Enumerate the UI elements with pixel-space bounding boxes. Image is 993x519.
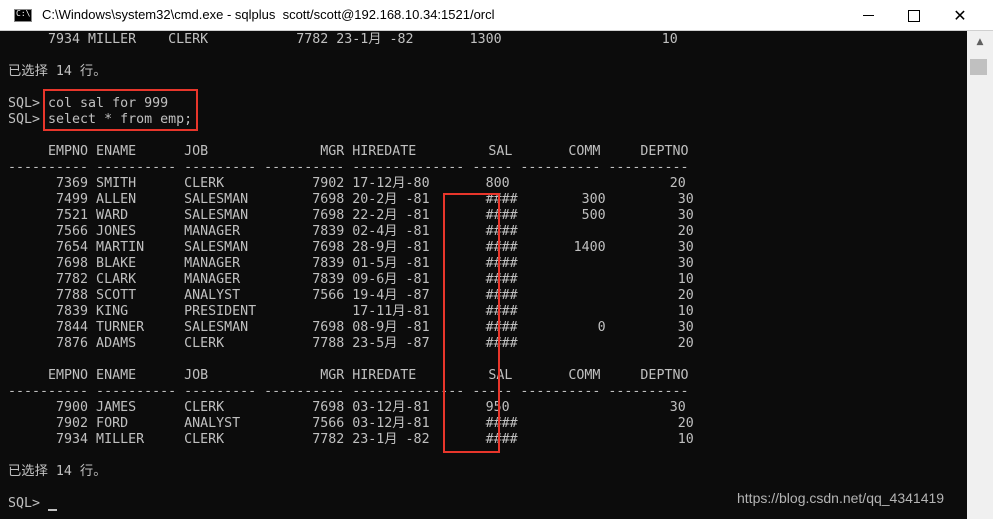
cmd-app-icon[interactable]	[14, 9, 32, 22]
scrollbar-thumb[interactable]	[970, 59, 987, 75]
table-separator: ---------- ---------- --------- --------…	[8, 384, 689, 399]
table-row: 7698 BLAKE MANAGER 7839 01-5月 -81 #### 3…	[8, 256, 694, 271]
sal-column-highlight-box	[443, 193, 500, 453]
table-row: 7369 SMITH CLERK 7902 17-12月-80 800 20	[8, 176, 686, 191]
close-icon: ✕	[953, 6, 967, 25]
maximize-icon	[908, 9, 920, 22]
text-cursor	[48, 509, 58, 511]
maximize-button[interactable]	[891, 0, 937, 31]
table-row: 7654 MARTIN SALESMAN 7698 28-9月 -81 ####…	[8, 240, 694, 255]
table-header: EMPNO ENAME JOB MGR HIREDATE SAL COMM DE…	[8, 368, 689, 383]
watermark-text: https://blog.csdn.net/qq_4341419	[737, 490, 945, 506]
table-row: 7521 WARD SALESMAN 7698 22-2月 -81 #### 5…	[8, 208, 694, 223]
table-row: 7499 ALLEN SALESMAN 7698 20-2月 -81 #### …	[8, 192, 694, 207]
title-bar[interactable]: C:\Windows\system32\cmd.exe - sqlplus sc…	[0, 0, 993, 31]
sql-prompt[interactable]: SQL>	[8, 496, 58, 512]
prompt-text: SQL>	[8, 496, 49, 511]
table-row: 7876 ADAMS CLERK 7788 23-5月 -87 #### 20	[8, 336, 694, 351]
table-row: 7900 JAMES CLERK 7698 03-12月-81 950 30	[8, 400, 686, 415]
table-row: 7934 MILLER CLERK 7782 23-1月 -82 #### 10	[8, 432, 694, 447]
table-row: 7902 FORD ANALYST 7566 03-12月-81 #### 20	[8, 416, 694, 431]
console-line: 7934 MILLER CLERK 7782 23-1月 -82 1300 10	[8, 32, 678, 47]
command-highlight-box	[43, 89, 198, 131]
table-row: 7839 KING PRESIDENT 17-11月-81 #### 10	[8, 304, 694, 319]
table-row: 7844 TURNER SALESMAN 7698 08-9月 -81 ####…	[8, 320, 694, 335]
vertical-scrollbar[interactable]: ▲	[967, 31, 993, 519]
minimize-button[interactable]	[845, 0, 891, 31]
table-header: EMPNO ENAME JOB MGR HIREDATE SAL COMM DE…	[8, 144, 689, 159]
minimize-icon	[862, 15, 874, 16]
scroll-up-arrow-icon[interactable]: ▲	[967, 31, 993, 53]
table-row: 7566 JONES MANAGER 7839 02-4月 -81 #### 2…	[8, 224, 694, 239]
console-output[interactable]: 7934 MILLER CLERK 7782 23-1月 -82 1300 10…	[0, 31, 967, 519]
console-line: 已选择 14 行。	[8, 64, 107, 79]
console-line: 已选择 14 行。	[8, 464, 107, 479]
window-title: C:\Windows\system32\cmd.exe - sqlplus sc…	[42, 7, 495, 22]
close-button[interactable]: ✕	[937, 0, 983, 31]
table-row: 7782 CLARK MANAGER 7839 09-6月 -81 #### 1…	[8, 272, 694, 287]
table-separator: ---------- ---------- --------- --------…	[8, 160, 689, 175]
table-row: 7788 SCOTT ANALYST 7566 19-4月 -87 #### 2…	[8, 288, 694, 303]
